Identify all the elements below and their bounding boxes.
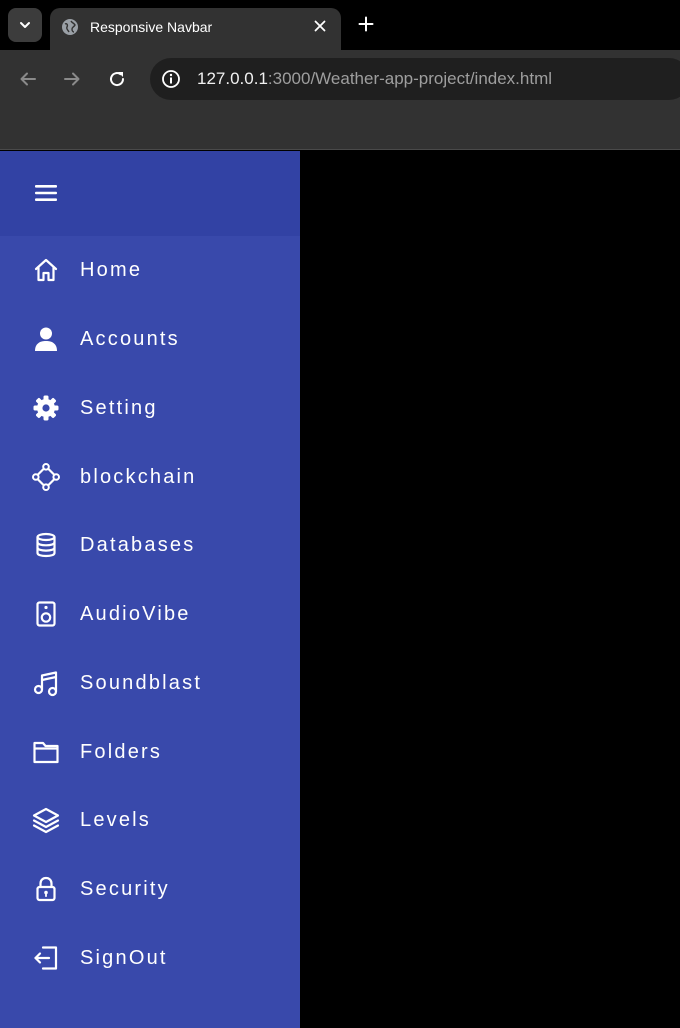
page-content (300, 151, 680, 1028)
tab-search-button[interactable] (8, 8, 42, 42)
sidebar-item-audiovibe[interactable]: AudioVibe (0, 584, 300, 644)
chevron-down-icon (20, 22, 30, 28)
sidebar-item-label: Soundblast (80, 672, 203, 694)
database-icon (31, 530, 61, 560)
sidebar-item-soundblast[interactable]: Soundblast (0, 653, 300, 713)
new-tab-button[interactable] (354, 12, 378, 36)
sign-out-icon (31, 943, 61, 973)
hamburger-menu-icon (35, 185, 57, 201)
sidebar-item-label: SignOut (80, 947, 168, 969)
arrow-left-icon (20, 72, 36, 86)
lock-icon (31, 874, 61, 904)
user-icon (31, 324, 61, 354)
speaker-icon (31, 599, 61, 629)
sidebar-item-label: blockchain (80, 466, 197, 488)
reload-button[interactable] (105, 67, 129, 91)
page-viewport: Home Accounts Setting blockchain Databas… (0, 151, 680, 1028)
sidebar-item-label: Levels (80, 809, 152, 831)
sidebar-item-setting[interactable]: Setting (0, 378, 300, 438)
sidebar-item-label: Folders (80, 741, 163, 763)
sidebar-item-label: AudioVibe (80, 603, 191, 625)
sidebar-item-label: Setting (80, 397, 158, 419)
blockchain-icon (31, 462, 61, 492)
sidebar-item-label: Accounts (80, 328, 180, 350)
browser-tab-strip: Responsive Navbar (0, 0, 680, 50)
sidebar-item-databases[interactable]: Databases (0, 515, 300, 575)
home-icon (31, 255, 61, 285)
plus-icon (358, 16, 374, 32)
tab-title: Responsive Navbar (90, 19, 213, 35)
sidebar-item-signout[interactable]: SignOut (0, 928, 300, 988)
arrow-right-icon (64, 72, 80, 86)
close-tab-button[interactable] (310, 16, 330, 36)
sidebar: Home Accounts Setting blockchain Databas… (0, 151, 300, 1028)
globe-icon (62, 19, 78, 35)
bookmarks-bar (0, 110, 680, 150)
forward-button[interactable] (60, 67, 84, 91)
folder-icon (31, 737, 61, 767)
sidebar-item-home[interactable]: Home (0, 240, 300, 300)
browser-tab[interactable]: Responsive Navbar (50, 8, 341, 50)
reload-icon (110, 72, 125, 87)
sidebar-item-accounts[interactable]: Accounts (0, 309, 300, 369)
address-host: 127.0.0.1 (197, 69, 268, 88)
sidebar-item-label: Databases (80, 534, 196, 556)
layers-icon (31, 805, 61, 835)
address-url: 127.0.0.1:3000/Weather-app-project/index… (197, 69, 552, 89)
sidebar-item-label: Home (80, 259, 143, 281)
sidebar-item-blockchain[interactable]: blockchain (0, 447, 300, 507)
sidebar-item-security[interactable]: Security (0, 859, 300, 919)
sidebar-item-levels[interactable]: Levels (0, 790, 300, 850)
address-bar[interactable]: 127.0.0.1:3000/Weather-app-project/index… (150, 58, 680, 100)
sidebar-item-folders[interactable]: Folders (0, 722, 300, 782)
site-info-button[interactable] (160, 68, 182, 90)
address-path: :3000/Weather-app-project/index.html (267, 69, 553, 88)
browser-toolbar: 127.0.0.1:3000/Weather-app-project/index… (0, 50, 680, 110)
back-button[interactable] (16, 67, 40, 91)
sidebar-header (0, 151, 300, 236)
close-icon (314, 20, 326, 32)
sidebar-item-label: Security (80, 878, 170, 900)
info-icon (162, 70, 180, 88)
gear-icon (31, 393, 61, 423)
menu-toggle-button[interactable] (34, 182, 58, 204)
music-note-icon (31, 668, 61, 698)
